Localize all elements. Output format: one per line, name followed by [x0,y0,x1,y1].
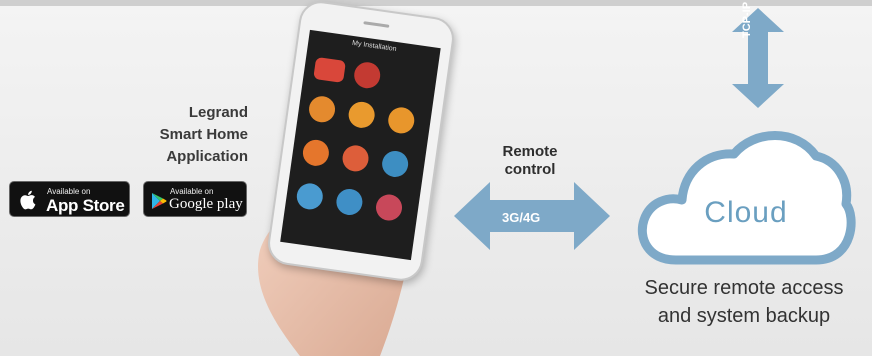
app-tile [386,105,416,136]
remote-line2: control [504,161,556,178]
app-tile [380,149,410,179]
app-title-line1: Legrand [188,104,248,121]
app-store-name: App Store [46,196,125,215]
cloud-label: Cloud [704,196,788,229]
caption-line1: Secure remote access [644,277,844,299]
app-tile [346,100,377,130]
cloud-icon [637,131,856,265]
google-play-name: Google play [169,196,243,212]
apple-icon [20,190,36,210]
app-tile [295,181,325,212]
app-store-badge[interactable]: Available on App Store [9,181,130,217]
app-tile [301,138,331,168]
remote-line1: Remote [502,143,558,160]
app-title-line3: Application [166,148,248,165]
network-label: 3G/4G [502,210,541,225]
app-tile [313,56,346,83]
tcp-ip-arrow [732,8,784,108]
google-play-icon [152,193,167,209]
remote-control-label: Remote control [490,143,570,179]
google-play-badge[interactable]: Available on Google play [143,181,247,217]
phone-speaker [363,21,390,28]
google-play-small-text: Available on [170,187,214,196]
app-tile [307,94,337,124]
app-tile [334,187,365,217]
app-store-small-text: Available on [47,187,91,196]
phone-screen: My Installation [280,29,441,261]
cloud-caption: Secure remote access and system backup [616,274,872,330]
app-tile [352,60,382,90]
app-title: Legrand Smart Home Application [120,102,248,168]
app-title-line2: Smart Home [159,126,248,143]
app-tile [374,192,404,223]
app-tile [340,143,371,174]
tcp-ip-label: TCP-IP [741,1,753,38]
caption-line2: and system backup [657,305,831,327]
